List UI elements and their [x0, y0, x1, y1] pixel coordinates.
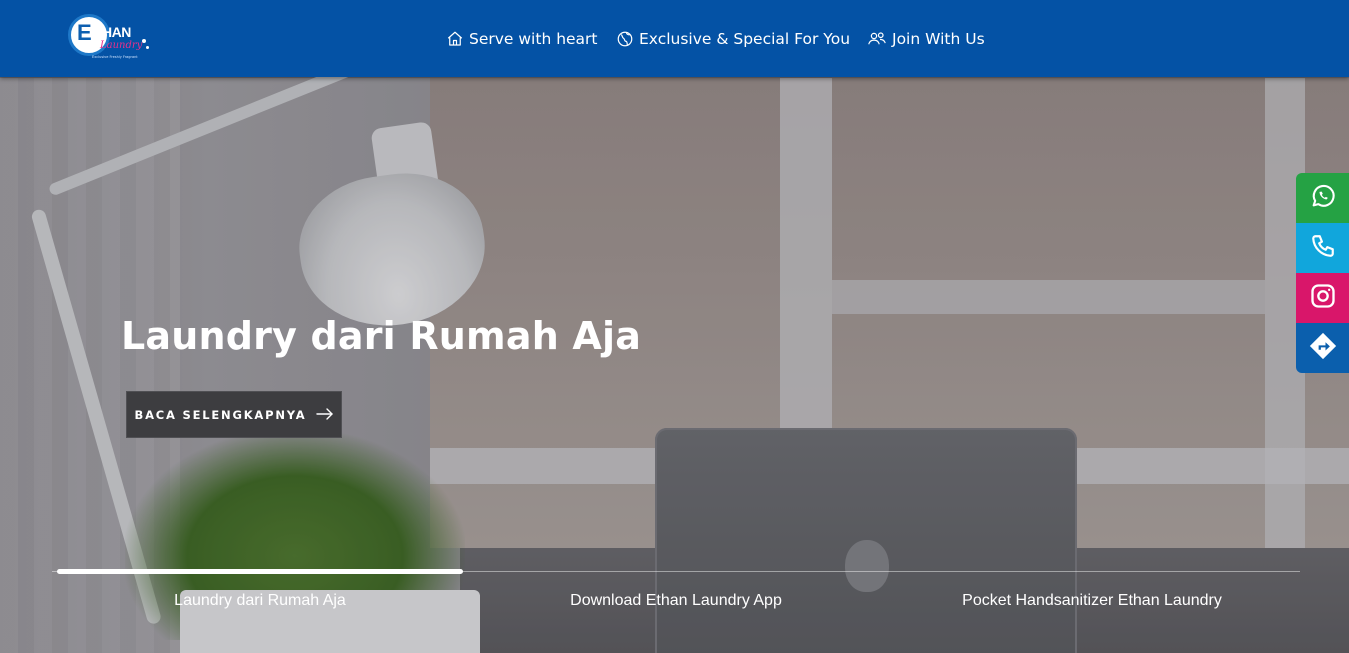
directions-button[interactable] [1296, 323, 1349, 373]
whatsapp-button[interactable] [1296, 173, 1349, 223]
nav-label: Join With Us [892, 29, 985, 48]
slide-tab-3[interactable]: Pocket Handsanitizer Ethan Laundry [884, 592, 1300, 610]
arrow-right-icon [315, 405, 334, 424]
whatsapp-icon [1309, 182, 1337, 214]
users-icon [867, 30, 887, 48]
slider-progress-bar [57, 569, 463, 574]
nav-item-serve-with-heart[interactable]: Serve with heart [446, 30, 598, 48]
globe-icon [616, 30, 634, 48]
logo-wordmark: THAN [94, 24, 131, 40]
instagram-button[interactable] [1296, 273, 1349, 323]
logo-letter-e: E [77, 20, 92, 45]
logo-tagline: Exclusive Freshly Fragrant [92, 55, 138, 59]
nav-label: Serve with heart [469, 29, 598, 48]
home-icon [446, 30, 464, 48]
brand-logo[interactable]: E THAN Laundry Exclusive Freshly Fragran… [66, 12, 150, 66]
logo-bubble-icon [146, 46, 149, 49]
phone-icon [1310, 233, 1336, 263]
read-more-label: BACA SELENGKAPNYA [134, 407, 307, 422]
nav-label: Exclusive & Special For You [639, 29, 851, 48]
main-nav-2: Exclusive & Special For You [616, 0, 850, 77]
directions-icon [1308, 331, 1338, 365]
hero-title: Laundry dari Rumah Aja [121, 314, 642, 358]
logo-bubble-icon [142, 39, 146, 43]
main-nav-3: Join With Us [867, 0, 985, 77]
instagram-icon [1309, 282, 1337, 314]
main-nav: Serve with heart [446, 0, 598, 77]
phone-button[interactable] [1296, 223, 1349, 273]
nav-item-join-with-us[interactable]: Join With Us [867, 30, 985, 48]
slide-tab-1[interactable]: Laundry dari Rumah Aja [52, 592, 468, 610]
read-more-button[interactable]: BACA SELENGKAPNYA [126, 391, 342, 438]
logo-subwordmark: Laundry [100, 40, 143, 51]
slide-tab-2[interactable]: Download Ethan Laundry App [468, 592, 884, 610]
nav-item-exclusive-special[interactable]: Exclusive & Special For You [616, 30, 850, 48]
site-header: E THAN Laundry Exclusive Freshly Fragran… [0, 0, 1349, 77]
floating-contact-bar [1296, 173, 1349, 373]
